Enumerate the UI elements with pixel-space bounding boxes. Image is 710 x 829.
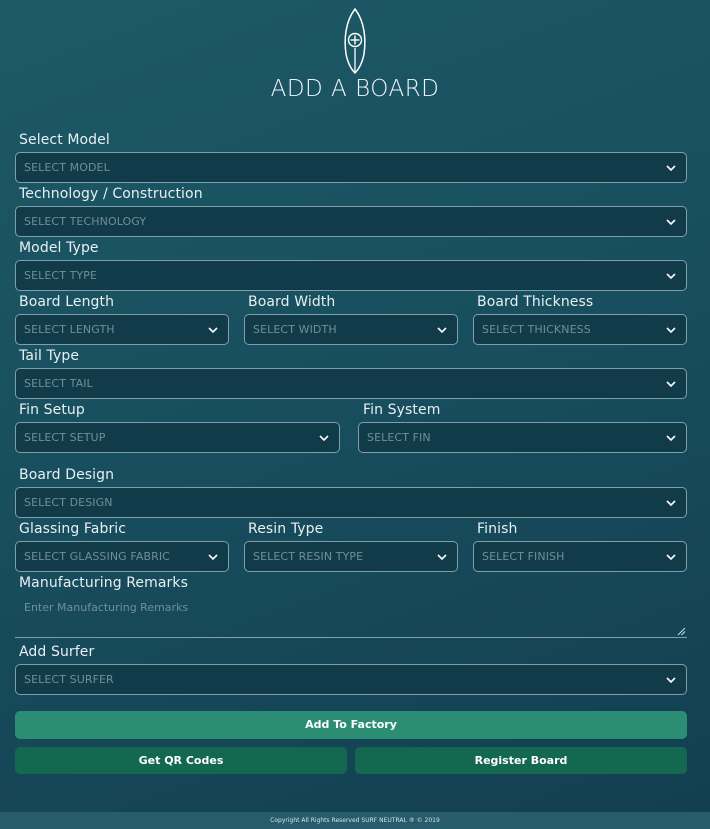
add-to-factory-button[interactable]: Add To Factory: [15, 711, 687, 739]
page-title: ADD A BOARD: [270, 76, 440, 102]
chevron-down-icon: [666, 554, 676, 561]
remarks-label: Manufacturing Remarks: [19, 575, 189, 591]
chevron-down-icon: [666, 273, 676, 280]
footer-copyright: Copyright All Rights Reserved SURF NEUTR…: [0, 812, 710, 829]
chevron-down-icon: [666, 165, 676, 172]
resin-select-placeholder: SELECT RESIN TYPE: [253, 550, 364, 563]
technology-select[interactable]: SELECT TECHNOLOGY: [15, 206, 687, 237]
design-select-placeholder: SELECT DESIGN: [24, 496, 113, 509]
length-select[interactable]: SELECT LENGTH: [15, 314, 229, 345]
model-select[interactable]: SELECT MODEL: [15, 152, 687, 183]
glassing-label: Glassing Fabric: [19, 521, 127, 537]
chevron-down-icon: [208, 554, 218, 561]
surfer-select-placeholder: SELECT SURFER: [24, 673, 114, 686]
chevron-down-icon: [666, 500, 676, 507]
model-type-label: Model Type: [19, 240, 99, 256]
fin-setup-select-placeholder: SELECT SETUP: [24, 431, 106, 444]
resin-label: Resin Type: [248, 521, 324, 537]
width-select-placeholder: SELECT WIDTH: [253, 323, 337, 336]
width-select[interactable]: SELECT WIDTH: [244, 314, 458, 345]
model-select-placeholder: SELECT MODEL: [24, 161, 110, 174]
thickness-label: Board Thickness: [477, 294, 594, 310]
finish-select[interactable]: SELECT FINISH: [473, 541, 687, 572]
fin-setup-select[interactable]: SELECT SETUP: [15, 422, 340, 453]
register-board-button[interactable]: Register Board: [355, 747, 687, 774]
width-label: Board Width: [248, 294, 336, 310]
surfer-select[interactable]: SELECT SURFER: [15, 664, 687, 695]
technology-label: Technology / Construction: [19, 186, 203, 202]
logo: [0, 8, 710, 74]
surfboard-add-icon: [344, 8, 366, 74]
chevron-down-icon: [208, 327, 218, 334]
thickness-select-placeholder: SELECT THICKNESS: [482, 323, 591, 336]
tail-select-placeholder: SELECT TAIL: [24, 377, 93, 390]
fin-setup-label: Fin Setup: [19, 402, 85, 418]
resin-select[interactable]: SELECT RESIN TYPE: [244, 541, 458, 572]
model-type-select[interactable]: SELECT TYPE: [15, 260, 687, 291]
design-select[interactable]: SELECT DESIGN: [15, 487, 687, 518]
finish-select-placeholder: SELECT FINISH: [482, 550, 565, 563]
chevron-down-icon: [666, 435, 676, 442]
chevron-down-icon: [666, 327, 676, 334]
fin-system-select-placeholder: SELECT FIN: [367, 431, 431, 444]
tail-select[interactable]: SELECT TAIL: [15, 368, 687, 399]
length-label: Board Length: [19, 294, 115, 310]
tail-label: Tail Type: [19, 348, 80, 364]
length-select-placeholder: SELECT LENGTH: [24, 323, 115, 336]
glassing-select-placeholder: SELECT GLASSING FABRIC: [24, 550, 170, 563]
chevron-down-icon: [666, 219, 676, 226]
chevron-down-icon: [319, 435, 329, 442]
chevron-down-icon: [666, 381, 676, 388]
design-label: Board Design: [19, 467, 115, 483]
thickness-select[interactable]: SELECT THICKNESS: [473, 314, 687, 345]
model-label: Select Model: [19, 132, 110, 148]
model-type-select-placeholder: SELECT TYPE: [24, 269, 98, 282]
chevron-down-icon: [437, 327, 447, 334]
fin-system-select[interactable]: SELECT FIN: [358, 422, 687, 453]
surfer-label: Add Surfer: [19, 644, 95, 660]
chevron-down-icon: [437, 554, 447, 561]
technology-select-placeholder: SELECT TECHNOLOGY: [24, 215, 147, 228]
fin-system-label: Fin System: [363, 402, 441, 418]
glassing-select[interactable]: SELECT GLASSING FABRIC: [15, 541, 229, 572]
chevron-down-icon: [666, 677, 676, 684]
finish-label: Finish: [477, 521, 518, 537]
get-qr-codes-button[interactable]: Get QR Codes: [15, 747, 347, 774]
resize-handle-icon[interactable]: [677, 627, 686, 636]
remarks-textarea[interactable]: [15, 594, 687, 638]
